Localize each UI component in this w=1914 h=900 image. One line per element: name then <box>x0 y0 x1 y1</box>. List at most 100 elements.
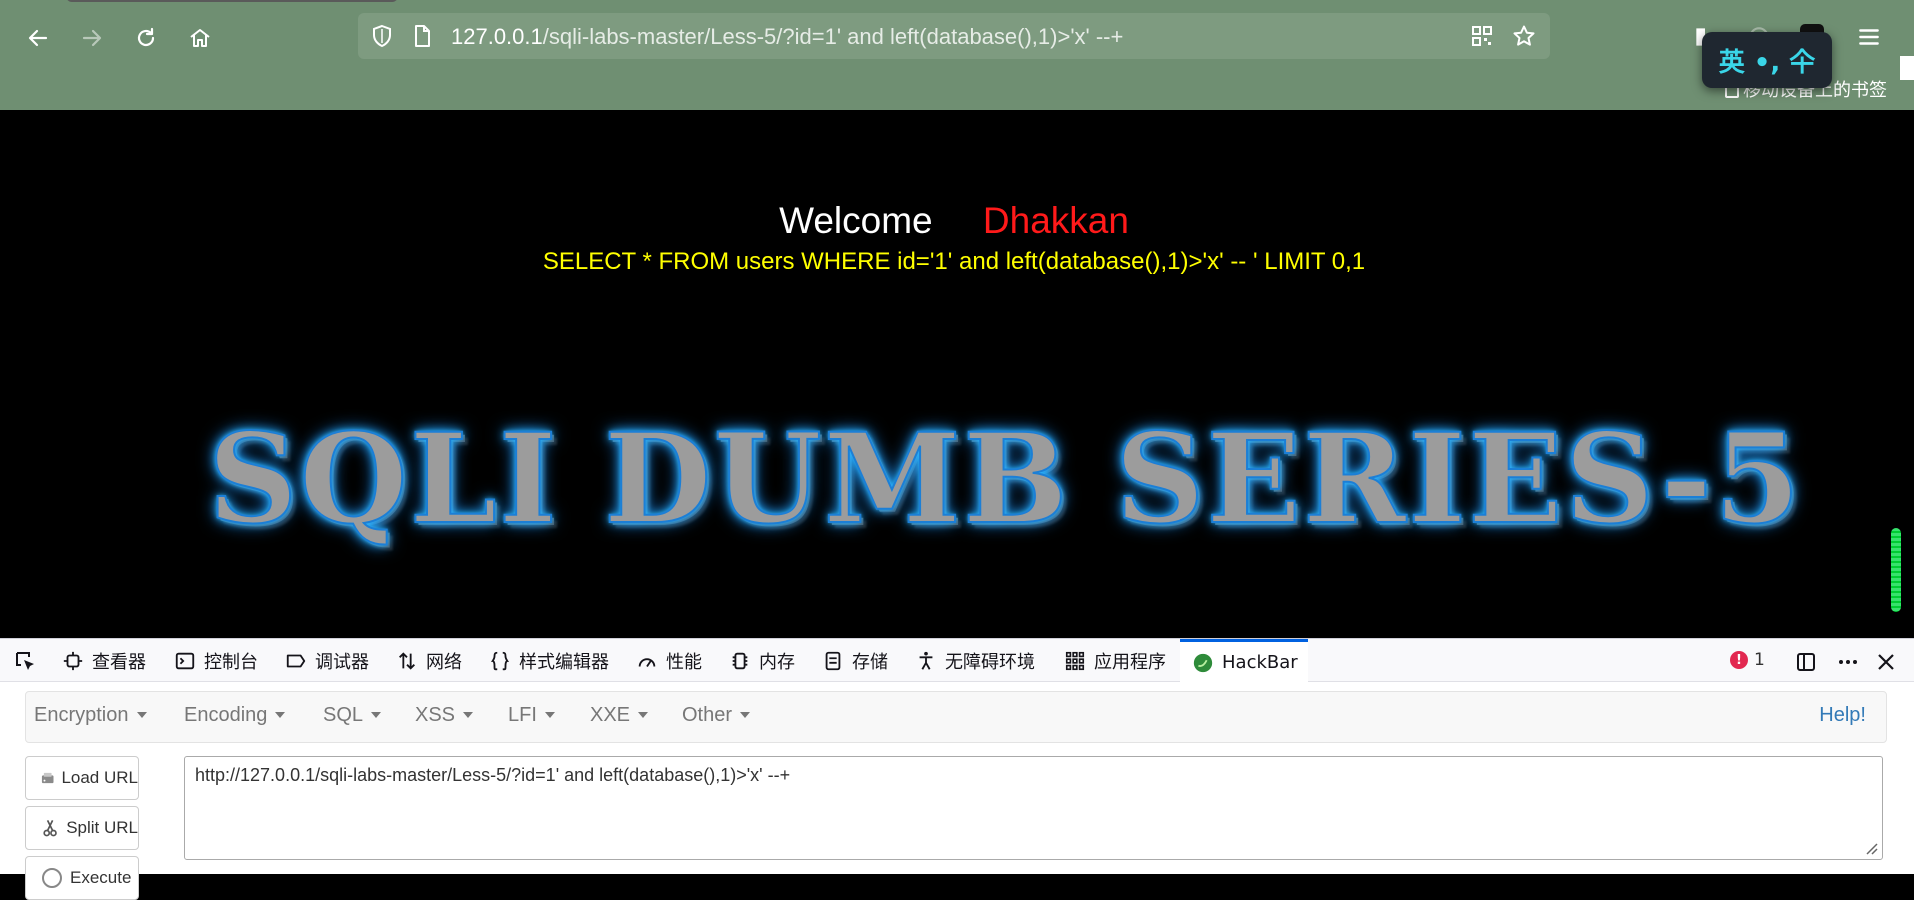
reload-icon <box>137 27 155 47</box>
tab-label: 性能 <box>666 652 702 673</box>
application-icon <box>1065 651 1085 671</box>
menu-encryption[interactable]: Encryption <box>34 704 147 727</box>
scissors-icon <box>43 820 57 837</box>
menu-sql[interactable]: SQL <box>323 704 382 727</box>
menu-label: XSS <box>415 704 456 726</box>
tab-inspector[interactable]: 查看器 <box>62 639 146 683</box>
scrollbar-thumb[interactable] <box>1891 528 1901 612</box>
tab-label: 调试器 <box>315 652 369 673</box>
devtools-toolbar: 查看器 控制台 调试器 网络 样式编辑器 性能 内存 存储 无障碍环境 应用程序… <box>0 638 1914 683</box>
menu-label: XXE <box>590 704 631 726</box>
browser-toolbar: 127.0.0.1/sqli-labs-master/Less-5/?id=1'… <box>0 0 1914 110</box>
tab-label: 网络 <box>426 652 462 673</box>
welcome-text: Welcome <box>779 200 933 241</box>
error-icon: ! <box>1730 651 1748 669</box>
home-button[interactable] <box>182 20 218 56</box>
error-counter[interactable]: ! 1 <box>1730 650 1765 670</box>
menu-xxe[interactable]: XXE <box>590 704 649 727</box>
resize-grip-icon[interactable] <box>1862 839 1878 855</box>
ime-indicator[interactable]: 英 •, 仐 <box>1702 32 1832 88</box>
close-icon[interactable] <box>1874 650 1898 674</box>
menu-label: SQL <box>323 704 364 726</box>
page-content: Welcome Dhakkan SELECT * FROM users WHER… <box>3 110 1905 638</box>
tab-accessibility[interactable]: 无障碍环境 <box>915 639 1035 683</box>
error-count: 1 <box>1754 650 1765 670</box>
tab-style-editor[interactable]: 样式编辑器 <box>489 639 609 683</box>
page-icon[interactable] <box>410 24 434 48</box>
menu-encoding[interactable]: Encoding <box>184 704 286 727</box>
tab-label: 无障碍环境 <box>945 652 1035 673</box>
menu-other[interactable]: Other <box>682 704 751 727</box>
url-textarea[interactable]: http://127.0.0.1/sqli-labs-master/Less-5… <box>184 756 1883 860</box>
tab-label: 查看器 <box>92 652 146 673</box>
caret-down-icon <box>463 712 474 718</box>
menu-lfi[interactable]: LFI <box>508 704 555 727</box>
performance-icon <box>638 658 656 668</box>
tab-hackbar[interactable]: HackBar <box>1180 639 1308 683</box>
arrow-right-icon <box>82 29 102 47</box>
menu-label: Encoding <box>184 704 268 726</box>
tab-label: 应用程序 <box>1094 652 1166 673</box>
menu-label: LFI <box>508 704 537 726</box>
load-url-icon <box>41 772 54 784</box>
tab-console[interactable]: 控制台 <box>174 639 258 683</box>
qr-code-icon[interactable] <box>1470 24 1494 48</box>
tab-memory[interactable]: 内存 <box>729 639 795 683</box>
tab-debugger[interactable]: 调试器 <box>285 639 369 683</box>
caret-down-icon <box>371 712 382 718</box>
tab-label: HackBar <box>1222 652 1298 673</box>
menu-icon[interactable] <box>1856 24 1882 50</box>
tab-label: 样式编辑器 <box>519 652 609 673</box>
url-text[interactable]: 127.0.0.1/sqli-labs-master/Less-5/?id=1'… <box>451 24 1123 50</box>
inspector-icon <box>63 651 83 671</box>
tab-storage[interactable]: 存储 <box>822 639 888 683</box>
url-path: /sqli-labs-master/Less-5/?id=1' and left… <box>542 24 1124 49</box>
button-label: Execute <box>70 868 132 887</box>
username-text: Dhakkan <box>982 200 1129 241</box>
forward-button[interactable] <box>74 20 110 56</box>
tab-strip-fragment <box>66 0 398 2</box>
style-editor-icon <box>490 651 510 671</box>
split-url-button[interactable]: Split URL <box>25 806 139 850</box>
caret-down-icon <box>740 712 751 718</box>
button-label: Split URL <box>66 818 138 837</box>
storage-icon <box>825 651 841 671</box>
ime-text: 英 •, 仐 <box>1718 47 1816 78</box>
window-edge <box>1900 56 1914 80</box>
accessibility-icon <box>919 651 933 670</box>
tab-label: 存储 <box>852 652 888 673</box>
network-icon <box>399 652 415 670</box>
help-link[interactable]: Help! <box>1819 704 1866 727</box>
tab-label: 控制台 <box>204 652 258 673</box>
more-options-icon[interactable] <box>1836 650 1860 674</box>
address-bar[interactable]: 127.0.0.1/sqli-labs-master/Less-5/?id=1'… <box>358 13 1550 59</box>
element-picker-icon[interactable] <box>14 650 38 674</box>
tab-application[interactable]: 应用程序 <box>1064 639 1166 683</box>
caret-down-icon <box>275 712 286 718</box>
button-label: Load URL <box>61 768 138 787</box>
tab-label: 内存 <box>759 652 795 673</box>
url-value: http://127.0.0.1/sqli-labs-master/Less-5… <box>195 765 791 785</box>
menu-xss[interactable]: XSS <box>415 704 474 727</box>
hackbar-menu: Encryption Encoding SQL XSS LFI XXE Othe… <box>25 691 1887 743</box>
caret-down-icon <box>544 712 555 718</box>
arrow-left-icon <box>28 29 48 47</box>
memory-icon <box>732 652 748 670</box>
console-icon <box>175 652 195 670</box>
shield-icon[interactable] <box>370 24 394 48</box>
tab-performance[interactable]: 性能 <box>636 639 702 683</box>
execute-button[interactable]: Execute <box>25 856 139 900</box>
load-url-button[interactable]: Load URL <box>25 756 139 800</box>
welcome-line: Welcome Dhakkan <box>3 200 1905 242</box>
hackbar-icon <box>1193 653 1213 672</box>
dock-side-icon[interactable] <box>1794 650 1818 674</box>
back-button[interactable] <box>20 20 56 56</box>
execute-icon <box>42 868 62 888</box>
url-host: 127.0.0.1 <box>451 24 543 49</box>
caret-down-icon <box>136 712 147 718</box>
reload-button[interactable] <box>128 20 164 56</box>
hackbar-panel: Encryption Encoding SQL XSS LFI XXE Othe… <box>0 682 1914 900</box>
tab-network[interactable]: 网络 <box>396 639 462 683</box>
sql-query-text: SELECT * FROM users WHERE id='1' and lef… <box>542 248 1366 275</box>
star-icon[interactable] <box>1512 24 1536 48</box>
